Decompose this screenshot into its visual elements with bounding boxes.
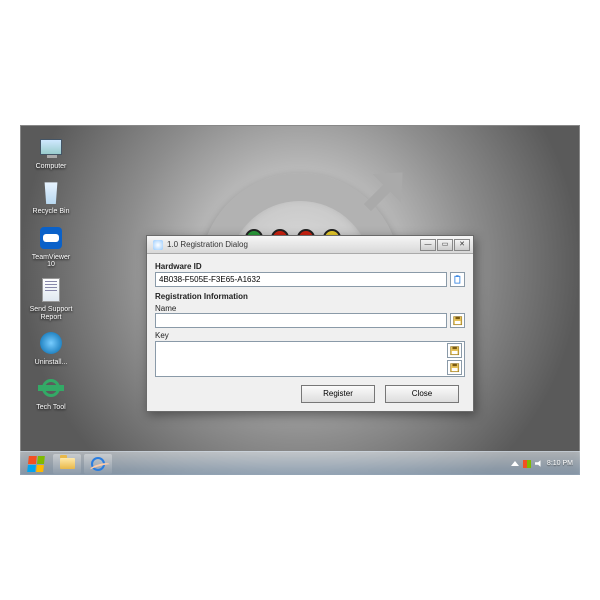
desktop-icon-label: Tech Tool [36,404,65,411]
hardware-id-label: Hardware ID [155,262,465,271]
floppy-icon [450,363,460,373]
desktop-icon-tech-tool[interactable]: Tech Tool [28,374,74,411]
desktop-icon-label: Uninstall... [35,359,68,366]
key-field[interactable] [155,341,465,377]
desktop-icon-recycle-bin[interactable]: Recycle Bin [28,178,74,215]
registration-dialog: 1.0 Registration Dialog — ▭ ✕ Hardware I… [146,235,474,412]
dialog-app-icon [153,240,163,250]
minimize-button[interactable]: — [420,239,436,251]
floppy-icon [453,316,463,326]
taskbar-clock[interactable]: 8:10 PM [547,460,573,467]
folder-icon [60,458,75,469]
desktop-icon-teamviewer[interactable]: TeamViewer 10 [28,224,74,269]
maximize-button[interactable]: ▭ [437,239,453,251]
tech-tool-icon [40,377,62,399]
open-name-button[interactable] [450,313,465,328]
desktop-icon-label: Send Support Report [28,306,74,321]
dialog-button-row: Register Close [155,385,465,403]
document-icon [42,278,60,302]
taskbar-app-explorer[interactable] [53,454,81,474]
registration-info-label: Registration Information [155,292,465,301]
clipboard-icon [453,275,463,285]
close-button[interactable]: Close [385,385,459,403]
floppy-icon [450,346,460,356]
page-frame: Computer Recycle Bin TeamViewer 10 Send … [0,0,600,600]
desktop-icon-label: TeamViewer 10 [28,254,74,269]
action-center-icon[interactable] [523,460,531,468]
internet-explorer-icon [91,457,105,471]
dialog-titlebar[interactable]: 1.0 Registration Dialog — ▭ ✕ [147,236,473,254]
desktop-icon-send-support[interactable]: Send Support Report [28,276,74,321]
system-tray: 8:10 PM [506,460,578,468]
name-label: Name [155,304,465,313]
app-icon [40,332,62,354]
computer-icon [40,139,62,155]
copy-hardware-id-button[interactable] [450,272,465,287]
name-field[interactable] [155,313,447,328]
desktop-icon-grid: Computer Recycle Bin TeamViewer 10 Send … [28,133,74,412]
desktop-icon-uninstall[interactable]: Uninstall... [28,329,74,366]
volume-icon[interactable] [535,460,543,468]
desktop-icon-computer[interactable]: Computer [28,133,74,170]
teamviewer-icon [40,227,62,249]
close-window-button[interactable]: ✕ [454,239,470,251]
taskbar-app-ie[interactable] [84,454,112,474]
key-label: Key [155,331,465,340]
taskbar: 8:10 PM [20,451,580,475]
window-buttons: — ▭ ✕ [420,239,470,251]
desktop-icon-label: Recycle Bin [33,208,70,215]
dialog-title: 1.0 Registration Dialog [167,240,420,249]
dialog-body: Hardware ID Registration Information Nam… [147,254,473,411]
register-button[interactable]: Register [301,385,375,403]
recycle-bin-icon [40,180,62,204]
tray-overflow-button[interactable] [511,461,519,466]
hardware-id-field[interactable] [155,272,447,287]
desktop-icon-label: Computer [36,163,67,170]
save-key-button[interactable] [447,360,462,375]
start-button[interactable] [22,454,50,474]
desktop-screen: Computer Recycle Bin TeamViewer 10 Send … [20,125,580,475]
windows-logo-icon [27,456,45,472]
open-key-button[interactable] [447,343,462,358]
